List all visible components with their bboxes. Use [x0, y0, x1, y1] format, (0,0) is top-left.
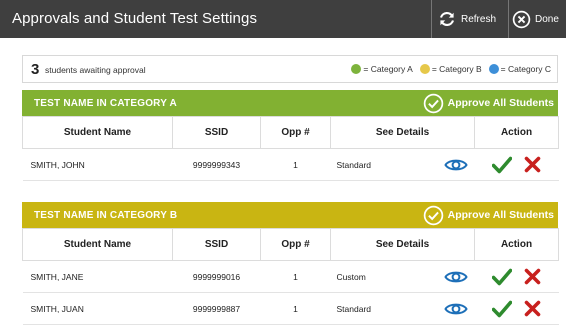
refresh-icon [439, 11, 455, 27]
x-icon [524, 268, 541, 285]
deny-button[interactable] [524, 268, 541, 285]
test-name: TEST NAME IN CATEGORY A [34, 98, 177, 109]
action-cell [474, 260, 559, 293]
action-cell [474, 292, 559, 325]
col-student-name: Student Name [22, 228, 173, 261]
student-name: SMITH, JOHN [22, 148, 173, 181]
table-row: SMITH, JUAN 9999999887 1 Standard [22, 292, 559, 325]
eye-icon [443, 303, 468, 314]
details-type: Standard [336, 159, 372, 170]
table-row: SMITH, JOHN 9999999343 1 Standard [22, 148, 559, 181]
student-name: SMITH, JUAN [22, 292, 173, 325]
legend-label-c: = Category C [500, 64, 551, 74]
refresh-button[interactable]: Refresh [433, 0, 507, 38]
category-c-dot [488, 64, 499, 74]
opportunity: 1 [260, 260, 331, 293]
refresh-label: Refresh [461, 13, 497, 25]
col-see-details: See Details [330, 228, 475, 261]
view-details-button[interactable] [443, 299, 469, 319]
col-action: Action [474, 228, 559, 261]
approve-button[interactable] [492, 156, 512, 174]
action-cell [474, 148, 559, 181]
col-ssid: SSID [172, 228, 261, 261]
legend-label-b: = Category B [431, 64, 482, 74]
view-details-button[interactable] [443, 155, 469, 175]
table-header-row: Student Name SSID Opp # See Details Acti… [22, 228, 559, 261]
done-label: Done [535, 13, 559, 25]
student-name: SMITH, JANE [22, 260, 173, 293]
table-row: SMITH, JANE 9999999016 1 Custom [22, 260, 559, 293]
legend-label-a: = Category A [363, 64, 413, 74]
checkmark-icon [492, 268, 512, 285]
opportunity: 1 [260, 148, 331, 181]
eye-icon [443, 159, 468, 170]
approve-button[interactable] [492, 300, 512, 318]
approve-button[interactable] [492, 268, 512, 286]
col-action: Action [474, 116, 559, 149]
ssid: 9999999343 [172, 148, 261, 181]
x-icon [524, 300, 541, 317]
col-opp: Opp # [260, 116, 331, 149]
details-cell: Custom [330, 260, 475, 293]
category-legend: = Category A = Category B = Category C [344, 64, 551, 74]
check-circle-icon [423, 93, 443, 113]
details-cell: Standard [330, 148, 475, 181]
test-section-b: TEST NAME IN CATEGORY B Approve All Stud… [22, 202, 559, 331]
col-ssid: SSID [172, 116, 261, 149]
approve-all-button[interactable]: Approve All Students [423, 92, 554, 114]
title-divider [508, 0, 509, 38]
x-icon [524, 156, 541, 173]
test-name: TEST NAME IN CATEGORY B [34, 210, 178, 221]
table-header-row: Student Name SSID Opp # See Details Acti… [22, 116, 559, 149]
eye-icon [443, 271, 468, 282]
title-bar: Approvals and Student Test Settings Refr… [0, 0, 566, 38]
checkmark-icon [492, 300, 512, 317]
approve-all-button[interactable]: Approve All Students [423, 204, 554, 226]
deny-button[interactable] [524, 156, 541, 173]
legend-item-c: = Category C [488, 64, 551, 74]
section-header-b: TEST NAME IN CATEGORY B Approve All Stud… [22, 202, 558, 228]
approve-all-label: Approve All Students [447, 209, 554, 221]
test-section-a: TEST NAME IN CATEGORY A Approve All Stud… [22, 90, 559, 190]
ssid: 9999999887 [172, 292, 261, 325]
checkmark-icon [492, 156, 512, 173]
title-divider [431, 0, 432, 38]
col-student-name: Student Name [22, 116, 173, 149]
done-button[interactable]: Done [510, 0, 566, 38]
student-table: Student Name SSID Opp # See Details Acti… [22, 228, 559, 325]
close-circle-icon [512, 10, 531, 28]
student-table: Student Name SSID Opp # See Details Acti… [22, 116, 559, 181]
details-cell: Standard [330, 292, 475, 325]
details-type: Custom [336, 271, 366, 282]
col-opp: Opp # [260, 228, 331, 261]
category-b-dot [419, 64, 430, 74]
section-header-a: TEST NAME IN CATEGORY A Approve All Stud… [22, 90, 558, 116]
view-details-button[interactable] [443, 267, 469, 287]
col-see-details: See Details [330, 116, 475, 149]
check-circle-icon [423, 205, 443, 225]
details-type: Standard [336, 303, 372, 314]
approval-summary: 3 students awaiting approval = Category … [22, 55, 558, 83]
page-title: Approvals and Student Test Settings [12, 10, 258, 27]
category-a-dot [351, 64, 362, 74]
opportunity: 1 [260, 292, 331, 325]
legend-item-b: = Category B [419, 64, 482, 74]
awaiting-count: 3 [31, 61, 40, 78]
approve-all-label: Approve All Students [447, 97, 554, 109]
legend-item-a: = Category A [351, 64, 413, 74]
ssid: 9999999016 [172, 260, 261, 293]
deny-button[interactable] [524, 300, 541, 317]
awaiting-text: students awaiting approval [45, 65, 146, 75]
